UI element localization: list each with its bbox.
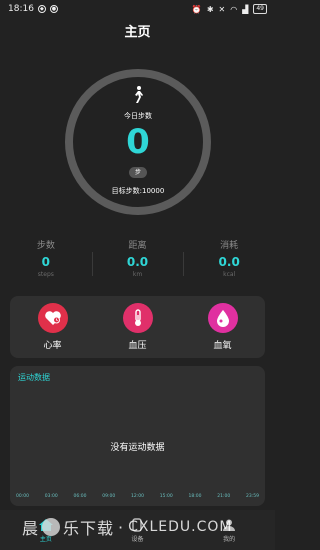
watermark-text: 乐下载 — [63, 519, 115, 538]
status-time: 18:16 — [8, 4, 34, 14]
health-item-blood-oxygen[interactable]: 血氧 — [207, 303, 238, 351]
stat-unit: km — [132, 271, 143, 278]
walking-icon — [135, 86, 143, 103]
time-axis: 00:00 03:00 06:00 09:00 12:00 15:00 18:0… — [10, 494, 265, 499]
mute-icon: ✕ — [218, 4, 226, 14]
today-steps-label: 今日步数 — [124, 112, 152, 120]
stat-title: 距离 — [128, 241, 147, 251]
stat-title: 消耗 — [220, 241, 239, 251]
time-tick: 00:00 — [16, 494, 29, 499]
health-label: 血氧 — [213, 341, 232, 351]
sport-data-card: 运动数据 没有运动数据 00:00 03:00 06:00 09:00 12:0… — [10, 366, 265, 506]
time-tick: 23:59 — [246, 494, 259, 499]
stat-value: 0.0 — [126, 255, 149, 269]
divider — [183, 252, 185, 276]
stat-value: 0 — [41, 255, 51, 269]
watermark-text: · — [118, 517, 125, 537]
signal-icon: ▟ — [242, 4, 249, 14]
bluetooth-icon: ✱ — [206, 4, 214, 14]
battery-icon: 49 — [253, 4, 267, 14]
health-label: 心率 — [43, 341, 62, 351]
step-unit-badge: 步 — [129, 167, 147, 178]
stat-calories: 消耗 0.0 kcal — [183, 238, 275, 288]
divider — [91, 252, 93, 276]
watermark: 晨 乐下载 · CXLEDU.COM — [22, 514, 252, 540]
watermark-text: CXLEDU.COM — [128, 519, 233, 535]
app-notification-icon: ● — [49, 5, 58, 13]
time-tick: 03:00 — [44, 494, 58, 499]
wifi-icon: ◠ — [230, 4, 238, 14]
watermark-mascot-icon — [42, 518, 61, 536]
status-bar: 18:16 ◆ ● ⏰ ✱ ✕ ◠ ▟ 49 — [0, 0, 275, 18]
stat-title: 步数 — [36, 241, 55, 251]
time-tick: 18:00 — [188, 494, 202, 499]
blood-drop-icon — [207, 303, 238, 333]
target-steps: 目标步数:10000 — [111, 187, 165, 195]
alarm-icon: ⏰ — [191, 4, 202, 14]
health-item-heart-rate[interactable]: 心率 — [37, 303, 68, 351]
health-item-blood-pressure[interactable]: 血压 — [122, 303, 153, 351]
time-tick: 09:00 — [102, 494, 116, 499]
thermometer-icon — [122, 303, 153, 333]
health-card: 心率 血压 血氧 — [10, 296, 265, 358]
notification-icon: ◆ — [37, 5, 46, 13]
stat-steps: 步数 0 steps — [0, 238, 92, 288]
stats-row: 步数 0 steps 距离 0.0 km 消耗 0.0 kcal — [0, 238, 275, 288]
time-tick: 15:00 — [159, 494, 173, 499]
empty-state-text: 没有运动数据 — [110, 443, 165, 453]
sport-data-title: 运动数据 — [18, 373, 50, 382]
steps-ring: 今日步数 0 步 目标步数:10000 — [63, 67, 213, 217]
stat-unit: steps — [37, 271, 54, 278]
watermark-text: 晨 — [22, 519, 40, 538]
heart-rate-icon — [37, 303, 68, 333]
page-title: 主页 — [124, 25, 151, 40]
time-tick: 06:00 — [73, 494, 87, 499]
time-tick: 21:00 — [217, 494, 231, 499]
stat-value: 0.0 — [218, 255, 240, 269]
health-label: 血压 — [128, 341, 147, 351]
time-tick: 12:00 — [131, 494, 144, 499]
step-count: 0 — [126, 122, 150, 162]
stat-unit: kcal — [223, 271, 236, 278]
stat-distance: 距离 0.0 km — [91, 238, 184, 288]
